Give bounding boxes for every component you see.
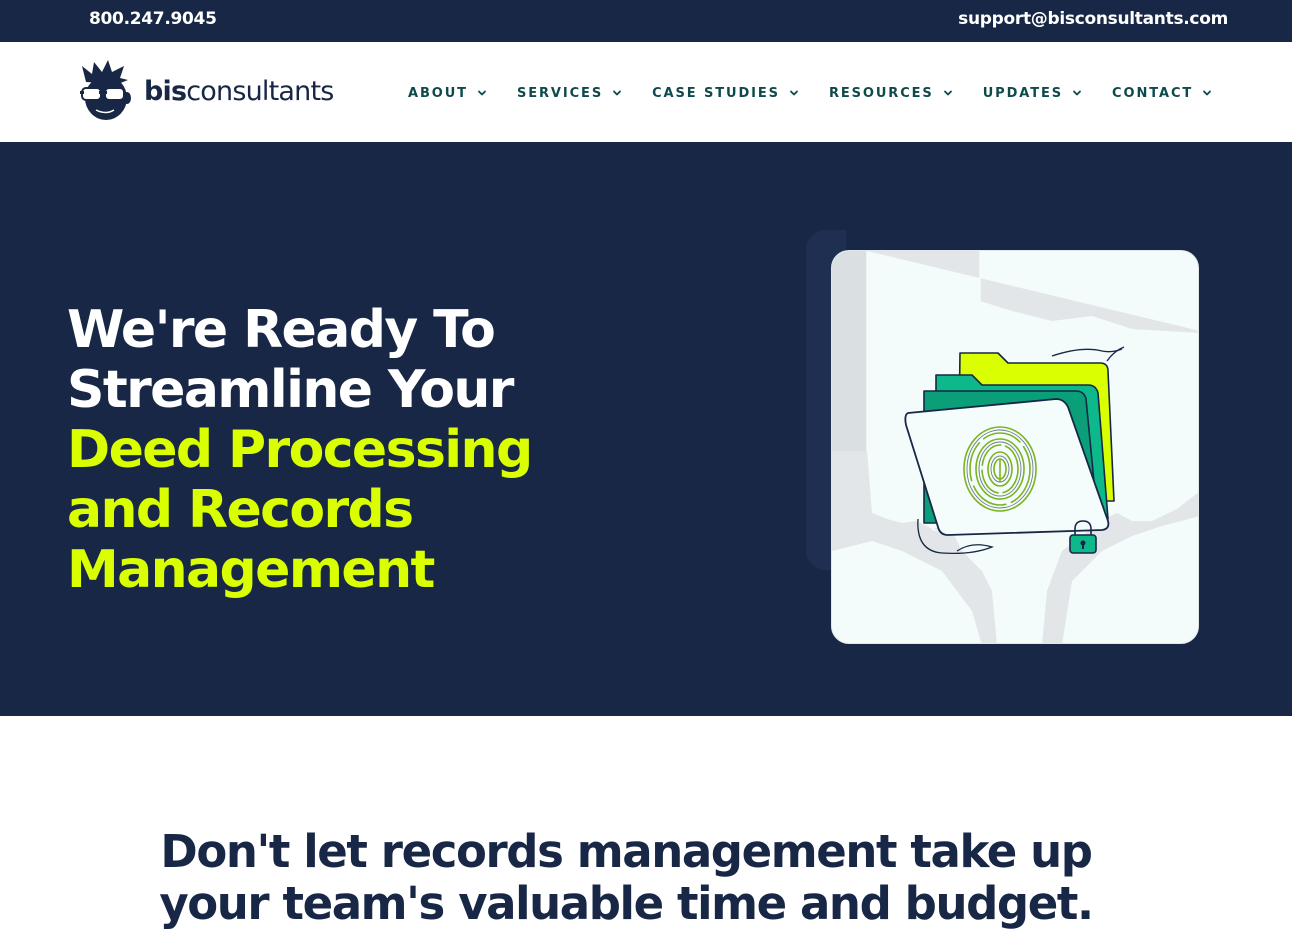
glasses-mascot-icon	[80, 60, 131, 120]
nav-contact[interactable]: CONTACT	[1112, 84, 1212, 102]
intro-section: Don't let records management take up you…	[0, 716, 1292, 931]
hero-illustration-card	[831, 250, 1199, 644]
hero-title-line: Streamline Your	[67, 360, 514, 420]
nav-services[interactable]: SERVICES	[517, 84, 622, 102]
email-link[interactable]: support@bisconsultants.com	[958, 9, 1228, 29]
nav-case-studies-label: CASE STUDIES	[652, 85, 780, 101]
section-heading-line: your team's valuable time and budget.	[159, 877, 1094, 930]
nav-resources-label: RESOURCES	[828, 85, 934, 101]
hero-title: We're Ready To Streamline Your Deed Proc…	[67, 300, 627, 600]
fingerprint-folder-illustration	[832, 251, 1198, 643]
section-heading-line: Don't let records management take up	[160, 825, 1093, 878]
chevron-down-icon	[790, 90, 798, 96]
section-heading: Don't let records management take up you…	[0, 826, 1252, 930]
phone-link[interactable]: 800.247.9045	[89, 9, 217, 29]
hero-title-highlight-line: Deed Processing	[67, 420, 533, 480]
chevron-down-icon	[943, 90, 952, 96]
logo-wordmark-light: consultants	[186, 76, 334, 107]
hero-title-highlight-line: and Records	[67, 480, 414, 540]
hero-title-line: We're Ready To	[67, 300, 496, 360]
chevron-down-icon	[1073, 90, 1081, 96]
logo-wordmark: bisconsultants	[144, 76, 334, 107]
nav-updates-label: UPDATES	[982, 85, 1064, 101]
nav-updates[interactable]: UPDATES	[983, 84, 1082, 102]
chevron-down-icon	[478, 90, 486, 96]
logo-wordmark-bold: bis	[144, 76, 187, 107]
chevron-down-icon	[613, 90, 621, 96]
chevron-down-icon	[1203, 90, 1212, 96]
hero-section: We're Ready To Streamline Your Deed Proc…	[0, 142, 1292, 716]
nav-contact-label: CONTACT	[1112, 85, 1194, 101]
hero-title-highlight-line: Management	[67, 540, 435, 600]
contact-bar: 800.247.9045 support@bisconsultants.com	[0, 0, 1292, 42]
site-logo[interactable]: bisconsultants	[78, 60, 334, 126]
nav-about[interactable]: ABOUT	[408, 84, 487, 102]
site-header: bisconsultants ABOUT SERVICES CASE STUDI…	[0, 42, 1292, 142]
main-nav: ABOUT SERVICES CASE STUDIES RESOURCES UP…	[408, 84, 1212, 102]
nav-about-label: ABOUT	[408, 85, 468, 101]
nav-case-studies[interactable]: CASE STUDIES	[652, 84, 799, 102]
nav-services-label: SERVICES	[516, 85, 604, 101]
nav-resources[interactable]: RESOURCES	[829, 84, 953, 102]
